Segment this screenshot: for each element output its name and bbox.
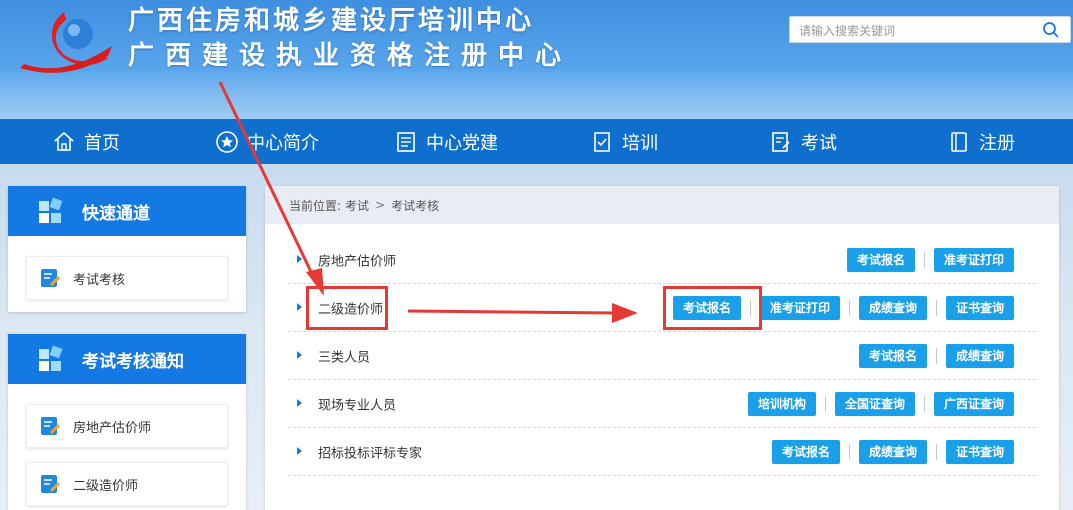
guangxi-certificate-query-button[interactable]: 广西证查询 <box>933 391 1014 416</box>
bullet-triangle-icon <box>297 398 302 407</box>
nav-label: 首页 <box>84 132 120 154</box>
nav-item-about[interactable]: 中心简介 <box>215 119 319 164</box>
star-circle-icon <box>216 130 238 153</box>
site-title-line1: 广西住房和城乡建设厅培训中心 <box>128 6 535 36</box>
highlight-box-cost-engineer <box>306 286 388 330</box>
bullet-triangle-icon <box>297 350 302 359</box>
button-divider <box>824 395 826 412</box>
breadcrumb-separator: > <box>375 198 386 212</box>
search-icon[interactable] <box>1042 21 1060 39</box>
document-edit-icon <box>41 417 61 435</box>
exam-name[interactable]: 房地产估价师 <box>318 250 396 269</box>
score-query-button[interactable]: 成绩查询 <box>858 295 927 320</box>
quick-channel-title: 快速通道 <box>82 203 150 224</box>
national-certificate-query-button[interactable]: 全国证查询 <box>834 391 915 416</box>
bullet-triangle-icon <box>297 254 302 263</box>
exam-notice-title: 考试考核通知 <box>82 351 184 372</box>
nav-label: 考试 <box>801 132 837 154</box>
button-divider <box>923 395 925 412</box>
document-icon <box>397 131 415 152</box>
site-logo[interactable] <box>4 6 116 76</box>
bullet-triangle-icon <box>297 302 302 311</box>
exam-row-field-professionals: 现场专业人员 培训机构 全国证查询 广西证查询 <box>288 380 1036 428</box>
site-title: 广西住房和城乡建设厅培训中心 广西建设执业资格注册中心 <box>128 4 572 74</box>
site-title-line2: 广西建设执业资格注册中心 <box>128 41 573 71</box>
sidebar-item-label: 房地产估价师 <box>73 420 152 436</box>
main-nav: 首页 中心简介 中心党建 培训 考试 注册 <box>0 119 1073 164</box>
home-icon <box>54 131 74 151</box>
exam-register-button[interactable]: 考试报名 <box>846 247 915 272</box>
exam-register-button[interactable]: 考试报名 <box>771 439 840 464</box>
button-divider <box>848 299 850 316</box>
exam-notice-panel: 考试考核通知 房地产估价师 二级造价师 <box>8 334 246 510</box>
button-divider <box>935 443 937 460</box>
nav-label: 培训 <box>622 132 658 154</box>
document-edit-icon <box>41 269 61 287</box>
sidebar-item-real-estate-appraiser[interactable]: 房地产估价师 <box>26 404 228 448</box>
score-query-button[interactable]: 成绩查询 <box>858 439 927 464</box>
exam-row-cost-engineer: 二级造价师 考试报名 准考证打印 成绩查询 证书查询 <box>288 284 1036 332</box>
button-divider <box>935 299 937 316</box>
checklist-icon <box>594 131 610 152</box>
nav-label: 中心简介 <box>247 132 319 154</box>
certificate-query-button[interactable]: 证书查询 <box>945 295 1014 320</box>
breadcrumb: 当前位置: 考试 > 考试考核 <box>265 186 1059 224</box>
nav-label: 注册 <box>979 132 1015 154</box>
highlight-box-register-button <box>663 286 762 330</box>
button-divider <box>935 347 937 364</box>
button-divider <box>848 443 850 460</box>
quick-channel-header: 快速通道 <box>8 186 246 236</box>
content-panel: 当前位置: 考试 > 考试考核 房地产估价师 考试报名 准考证打印 二级造价师 … <box>265 186 1059 510</box>
sidebar-item-exam-assessment[interactable]: 考试考核 <box>26 256 228 300</box>
button-divider <box>923 251 925 268</box>
nav-item-exam[interactable]: 考试 <box>769 119 837 164</box>
bullet-triangle-icon <box>297 446 302 455</box>
nav-label: 中心党建 <box>426 132 498 154</box>
exam-name[interactable]: 招标投标评标专家 <box>318 442 422 461</box>
admission-ticket-print-button[interactable]: 准考证打印 <box>759 295 840 320</box>
exam-notice-header: 考试考核通知 <box>8 334 246 384</box>
exam-icon <box>772 131 790 152</box>
exam-row-three-categories: 三类人员 考试报名 成绩查询 <box>288 332 1036 380</box>
exam-name[interactable]: 三类人员 <box>318 346 370 365</box>
grid-blocks-icon <box>39 197 63 223</box>
nav-item-training[interactable]: 培训 <box>590 119 658 164</box>
exam-name[interactable]: 现场专业人员 <box>318 394 396 413</box>
breadcrumb-current[interactable]: 考试考核 <box>391 197 439 214</box>
nav-item-party[interactable]: 中心党建 <box>394 119 498 164</box>
sidebar-item-label: 二级造价师 <box>73 478 139 494</box>
document-edit-icon <box>41 475 61 493</box>
site-header: 广西住房和城乡建设厅培训中心 广西建设执业资格注册中心 请输入搜索关键词 <box>0 0 1073 119</box>
sidebar-item-label: 考试考核 <box>73 272 126 288</box>
nav-item-register[interactable]: 注册 <box>947 119 1015 164</box>
grid-blocks-icon <box>39 345 63 371</box>
score-query-button[interactable]: 成绩查询 <box>945 343 1014 368</box>
sidebar-item-cost-engineer[interactable]: 二级造价师 <box>26 462 228 506</box>
certificate-query-button[interactable]: 证书查询 <box>945 439 1014 464</box>
exam-row-bid-evaluation-experts: 招标投标评标专家 考试报名 成绩查询 证书查询 <box>288 428 1036 476</box>
admission-ticket-print-button[interactable]: 准考证打印 <box>933 247 1014 272</box>
breadcrumb-prefix: 当前位置: <box>289 198 342 213</box>
nav-item-home[interactable]: 首页 <box>52 119 120 164</box>
notebook-icon <box>951 131 967 152</box>
training-institution-button[interactable]: 培训机构 <box>747 391 816 416</box>
exam-row-real-estate-appraiser: 房地产估价师 考试报名 准考证打印 <box>288 236 1036 284</box>
exam-register-button[interactable]: 考试报名 <box>858 343 927 368</box>
quick-channel-panel: 快速通道 考试考核 <box>8 186 246 312</box>
search-box[interactable]: 请输入搜索关键词 <box>789 16 1071 43</box>
search-input[interactable]: 请输入搜索关键词 <box>799 22 895 39</box>
breadcrumb-link-exam[interactable]: 考试 <box>345 197 369 214</box>
